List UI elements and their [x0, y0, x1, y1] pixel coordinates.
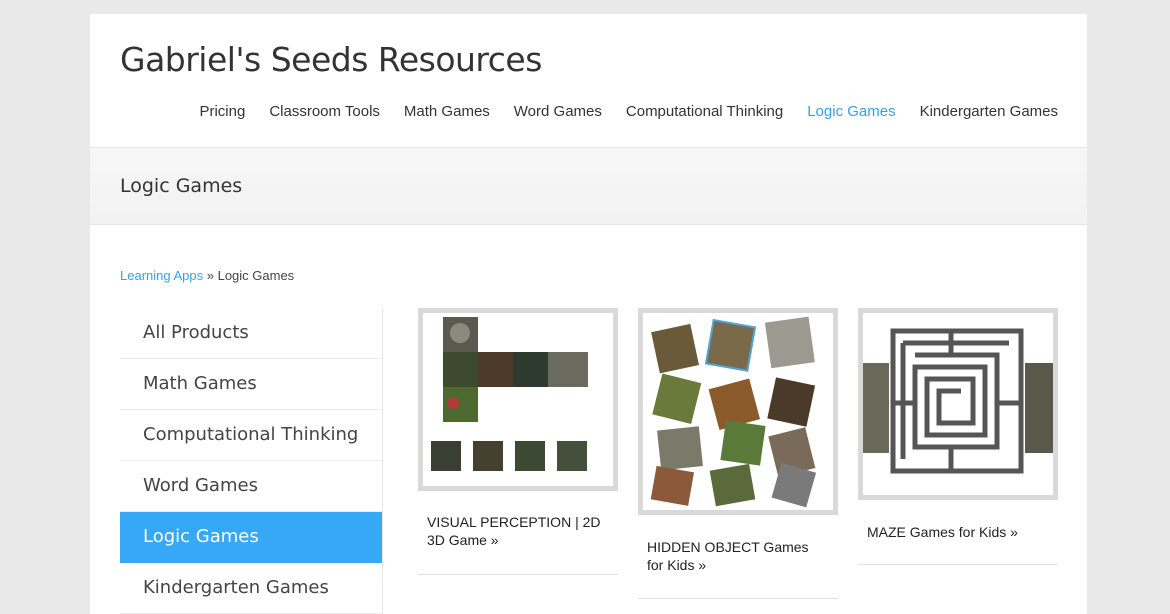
product-title-visual-perception[interactable]: VISUAL PERCEPTION | 2D 3D Game » — [427, 513, 617, 549]
sidebar-item-computational-thinking[interactable]: Computational Thinking — [120, 410, 382, 461]
breadcrumb: Learning Apps » Logic Games — [120, 268, 294, 283]
nav-item-computational-thinking[interactable]: Computational Thinking — [626, 103, 783, 120]
nav-item-pricing[interactable]: Pricing — [199, 103, 245, 120]
nav-item-logic-games[interactable]: Logic Games — [807, 103, 895, 120]
product-title-maze[interactable]: MAZE Games for Kids » — [867, 523, 1047, 541]
nav-item-word-games[interactable]: Word Games — [514, 103, 602, 120]
site-title[interactable]: Gabriel's Seeds Resources — [120, 40, 542, 79]
tile-puzzle-illustration — [431, 317, 588, 471]
sidebar-item-kindergarten-games[interactable]: Kindergarten Games — [120, 563, 382, 614]
card-divider — [638, 598, 838, 599]
product-title-hidden-object[interactable]: HIDDEN OBJECT Games for Kids » — [647, 538, 827, 574]
page-header-bar: Logic Games — [90, 147, 1087, 225]
product-card-hidden-object[interactable]: HIDDEN OBJECT Games for Kids » — [638, 308, 838, 608]
nav-item-classroom-tools[interactable]: Classroom Tools — [269, 103, 380, 120]
product-image-visual-perception[interactable] — [418, 308, 618, 491]
card-divider — [858, 564, 1058, 565]
nav-item-kindergarten-games[interactable]: Kindergarten Games — [920, 103, 1058, 120]
product-image-maze[interactable] — [858, 308, 1058, 500]
page-container: Gabriel's Seeds Resources Pricing Classr… — [90, 14, 1087, 614]
breadcrumb-separator: » — [206, 268, 218, 283]
product-card-maze[interactable]: MAZE Games for Kids » — [858, 308, 1058, 578]
card-divider — [418, 574, 618, 575]
sidebar-item-math-games[interactable]: Math Games — [120, 359, 382, 410]
animal-photos-collage-illustration — [650, 316, 817, 508]
product-card-visual-perception[interactable]: VISUAL PERCEPTION | 2D 3D Game » — [418, 308, 618, 583]
category-sidebar: All Products Math Games Computational Th… — [120, 308, 383, 614]
nav-item-math-games[interactable]: Math Games — [404, 103, 490, 120]
main-nav: Pricing Classroom Tools Math Games Word … — [175, 103, 1058, 120]
sidebar-item-all-products[interactable]: All Products — [120, 308, 382, 359]
product-image-hidden-object[interactable] — [638, 308, 838, 515]
sidebar-item-word-games[interactable]: Word Games — [120, 461, 382, 512]
sidebar-item-logic-games[interactable]: Logic Games — [120, 512, 382, 563]
maze-illustration — [863, 328, 1053, 474]
breadcrumb-link-learning-apps[interactable]: Learning Apps — [120, 268, 203, 283]
breadcrumb-current: Logic Games — [217, 268, 295, 283]
page-title: Logic Games — [120, 175, 243, 197]
